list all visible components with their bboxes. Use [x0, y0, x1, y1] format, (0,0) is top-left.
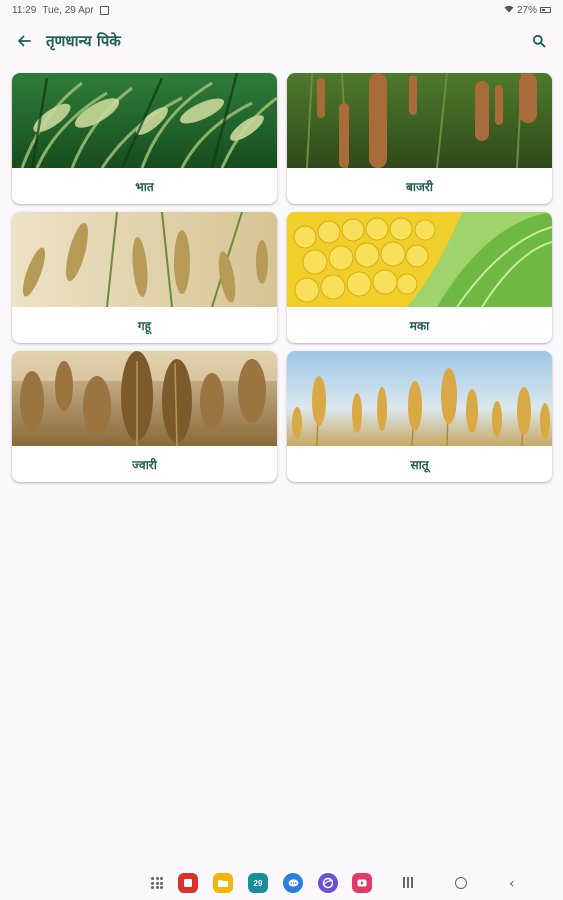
- recents-nav-button[interactable]: [402, 877, 414, 889]
- sorghum-image: [12, 351, 277, 446]
- pearl-millet-image: [287, 73, 552, 168]
- crop-label: गहू: [137, 318, 152, 333]
- app-drawer-icon[interactable]: [151, 877, 163, 889]
- status-time: 11:29: [12, 4, 37, 16]
- calendar-notification-icon: [99, 5, 109, 15]
- search-icon: [532, 34, 546, 48]
- calendar-date-badge: 29: [253, 878, 263, 888]
- battery-icon: [540, 7, 551, 13]
- crop-grid: भात बाजरी गहू मका ज्वारी सातू: [12, 73, 552, 482]
- status-bar: 11:29 Tue, 29 Apr 27%: [0, 0, 563, 20]
- home-nav-button[interactable]: [455, 877, 467, 889]
- wifi-icon: [504, 5, 514, 16]
- barley-image: [287, 351, 552, 446]
- search-button[interactable]: [529, 31, 549, 51]
- files-app-icon[interactable]: [213, 873, 233, 893]
- crop-label: बाजरी: [406, 179, 433, 194]
- crop-label: ज्वारी: [132, 457, 157, 472]
- internet-app-icon[interactable]: [318, 873, 338, 893]
- page-title: तृणधान्य पिके: [46, 32, 121, 50]
- messages-app-icon[interactable]: [283, 873, 303, 893]
- wheat-image: [12, 212, 277, 307]
- video-app-icon[interactable]: [352, 873, 372, 893]
- taskbar: 29 ‹: [0, 864, 563, 900]
- crop-card-corn[interactable]: मका: [287, 212, 552, 343]
- crop-label: भात: [135, 179, 154, 194]
- arrow-left-icon: [18, 35, 31, 47]
- battery-percent: 27%: [516, 4, 537, 16]
- status-date: Tue, 29 Apr: [42, 4, 94, 16]
- crop-card-sorghum[interactable]: ज्वारी: [12, 351, 277, 482]
- corn-image: [287, 212, 552, 307]
- crop-card-pearl-millet[interactable]: बाजरी: [287, 73, 552, 204]
- crop-card-rice[interactable]: भात: [12, 73, 277, 204]
- back-button[interactable]: [14, 31, 34, 51]
- crop-card-wheat[interactable]: गहू: [12, 212, 277, 343]
- crop-label: मका: [409, 318, 430, 333]
- calendar-app-icon[interactable]: 29: [248, 873, 268, 893]
- app-bar: तृणधान्य पिके: [0, 22, 563, 60]
- notes-app-icon[interactable]: [178, 873, 198, 893]
- back-nav-button[interactable]: ‹: [509, 876, 515, 892]
- rice-image: [12, 73, 277, 168]
- crop-card-barley[interactable]: सातू: [287, 351, 552, 482]
- crop-label: सातू: [410, 457, 429, 472]
